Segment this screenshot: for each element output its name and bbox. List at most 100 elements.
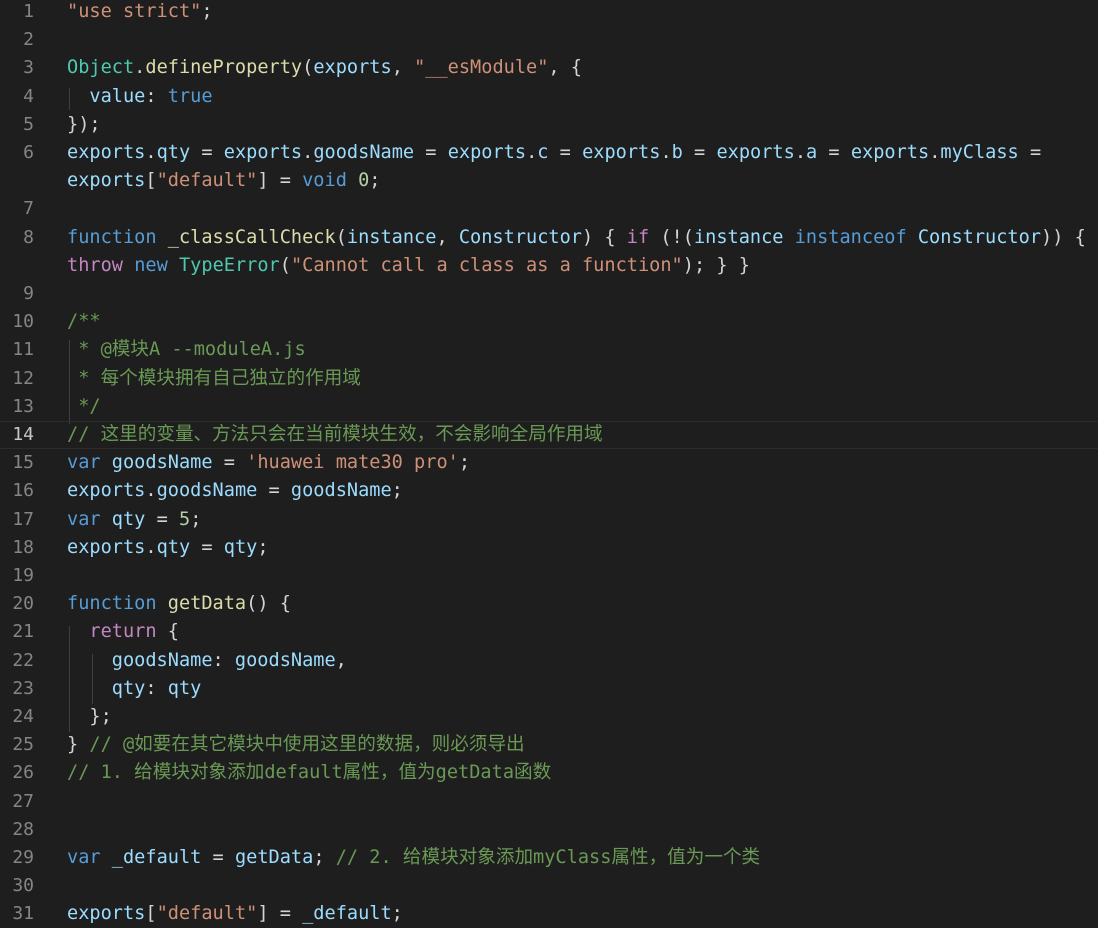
line-number: 27 [12, 790, 34, 812]
code-token: "default" [156, 903, 258, 925]
line-number: 30 [12, 875, 34, 897]
line-code: return { [67, 618, 179, 646]
code-line[interactable]: 26 // 1. 给模块对象添加default属性，值为getData函数 [0, 759, 1098, 787]
code-line[interactable]: 1 "use strict"; [0, 0, 1098, 26]
code-line[interactable]: 11 * @模块A --moduleA.js [0, 336, 1098, 364]
code-line[interactable]: exports["default"] = void 0; [0, 167, 1098, 195]
code-token: c [537, 142, 549, 163]
code-line[interactable]: 3 Object.defineProperty(exports, "__esMod… [0, 54, 1098, 82]
code-token: , [335, 649, 347, 671]
code-line[interactable]: 29 var _default = getData; // 2. 给模块对象添加m… [0, 844, 1098, 872]
code-token: = [548, 142, 583, 163]
code-line[interactable]: 20 function getData() { [0, 590, 1098, 618]
line-number: 14 [12, 424, 34, 445]
code-token: goodsName [111, 452, 213, 474]
code-token: _classCallCheck [167, 226, 336, 248]
line-number: 7 [23, 198, 34, 220]
code-line[interactable]: 25} // @如要在其它模块中使用这里的数据，则必须导出 [0, 731, 1098, 759]
line-number: 2 [23, 29, 34, 51]
code-token: TypeError [178, 254, 280, 276]
line-code: }; [67, 703, 112, 731]
code-token: qty [111, 677, 146, 699]
code-line[interactable]: 28 [0, 816, 1098, 844]
line-code: * 每个模块拥有自己独立的作用域 [67, 365, 361, 393]
code-line[interactable]: 15 var goodsName = 'huawei mate30 pro'; [0, 449, 1098, 477]
code-line[interactable]: 5}); [0, 111, 1098, 139]
code-token: goodsName [313, 142, 415, 163]
code-token: ; [201, 1, 213, 22]
code-line[interactable]: 17 var qty = 5; [0, 506, 1098, 534]
code-token: ; [190, 508, 202, 530]
code-line[interactable]: 19 [0, 562, 1098, 590]
code-token: Object [67, 57, 135, 79]
code-line[interactable]: 31 exports["default"] = _default; [0, 900, 1098, 928]
line-code: exports.goodsName = goodsName; [67, 477, 403, 505]
code-token: "Cannot call a class as a function" [290, 254, 683, 276]
code-editor[interactable]: 1 "use strict"; 2 3 Object.defineProperty(ex… [0, 0, 1098, 928]
code-line[interactable]: 23 qty: qty [0, 675, 1098, 703]
code-token: = [190, 536, 224, 558]
code-line[interactable]: 8 function _classCallCheck(instance, Cons… [0, 224, 1098, 252]
code-line[interactable]: 6 exports.qty = exports.goodsName = expor… [0, 139, 1098, 167]
line-number: 9 [23, 283, 34, 304]
code-token: ( [302, 57, 314, 79]
code-token: true [167, 85, 213, 107]
code-token: defineProperty [145, 57, 303, 79]
line-code: exports.qty = qty; [67, 534, 269, 562]
code-line[interactable]: 22 goodsName: goodsName, [0, 647, 1098, 675]
line-number: 5 [23, 113, 34, 135]
code-token: Constructor [917, 226, 1041, 248]
code-token: = [414, 142, 448, 163]
line-number: 22 [12, 649, 34, 671]
code-token: [ [145, 903, 157, 925]
code-token: ; [313, 847, 336, 868]
code-token: : [212, 649, 235, 671]
code-token: exports [67, 480, 146, 502]
line-number: 10 [12, 311, 34, 333]
code-token: exports [582, 142, 661, 163]
code-line[interactable]: 27 [0, 788, 1098, 816]
code-token: () { [246, 593, 291, 615]
code-line[interactable]: throw new TypeError("Cannot call a class… [0, 252, 1098, 280]
code-line[interactable]: 10 /** [0, 308, 1098, 336]
code-line[interactable]: 12 * 每个模块拥有自己独立的作用域 [0, 365, 1098, 393]
code-token: }); [67, 113, 101, 135]
code-token: ] = [257, 170, 303, 192]
code-token: = [817, 142, 851, 163]
code-line[interactable]: 18 exports.qty = qty; [0, 534, 1098, 562]
line-code: // 这里的变量、方法只会在当前模块生效，不会影响全局作用域 [67, 421, 603, 449]
code-token: // @如要在其它模块中使用这里的数据，则必须导出 [89, 734, 525, 756]
code-token: if [626, 226, 650, 248]
code-token: ); } } [682, 254, 750, 276]
code-token: */ [67, 395, 101, 417]
code-line[interactable]: 2 [0, 26, 1098, 54]
code-line[interactable]: 14 // 这里的变量、方法只会在当前模块生效，不会影响全局作用域 [0, 421, 1098, 449]
code-line[interactable]: 16 exports.goodsName = goodsName; [0, 477, 1098, 505]
line-code: "use strict"; [67, 0, 213, 26]
code-token: ; [391, 903, 403, 925]
code-token: }; [67, 706, 112, 727]
code-token: instance [693, 226, 784, 248]
code-line[interactable]: 13 */ [0, 393, 1098, 421]
code-token: = [212, 452, 247, 474]
code-token: . [929, 142, 941, 163]
code-line[interactable]: 4 value: true [0, 83, 1098, 111]
code-line[interactable]: 21 return { [0, 618, 1098, 646]
code-line[interactable]: 24 }; [0, 703, 1098, 731]
code-line[interactable]: 9 [0, 280, 1098, 308]
code-token: var [67, 847, 101, 868]
code-line[interactable]: 7 [0, 195, 1098, 223]
code-token: : [145, 677, 168, 699]
line-code: var _default = getData; // 2. 给模块对象添加myC… [67, 844, 760, 872]
code-token: , [436, 226, 459, 248]
code-line[interactable]: 30 [0, 872, 1098, 900]
